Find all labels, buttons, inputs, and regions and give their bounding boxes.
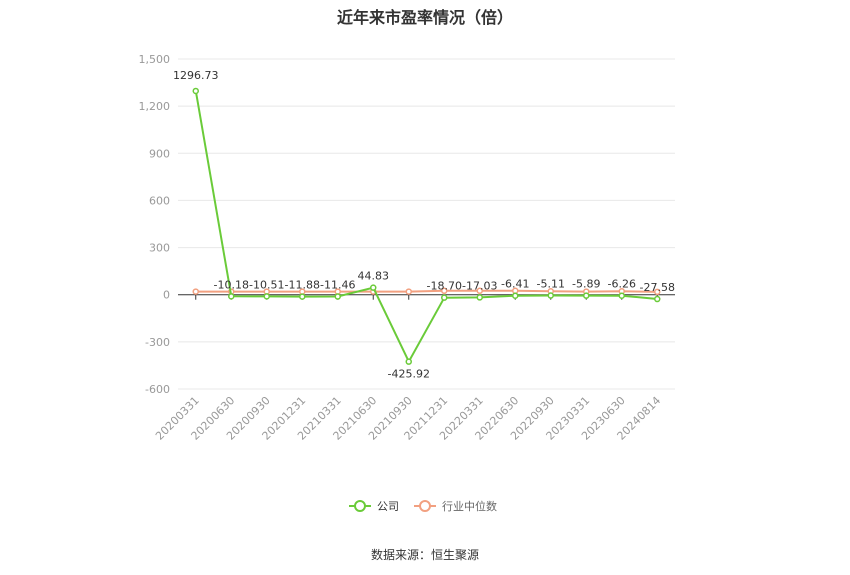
y-tick-label: 600 bbox=[149, 194, 170, 207]
company-point bbox=[654, 295, 661, 303]
company-point bbox=[370, 284, 377, 291]
company-point bbox=[547, 292, 554, 299]
company-point bbox=[476, 294, 483, 301]
company-point bbox=[618, 292, 625, 299]
company-point bbox=[192, 87, 199, 95]
y-tick-label: 1,500 bbox=[139, 53, 171, 66]
y-tick-label: -300 bbox=[145, 336, 170, 349]
y-tick-label: 1,200 bbox=[139, 100, 171, 113]
legend-industry-label: 行业中位数 bbox=[442, 499, 497, 513]
legend-company-label: 公司 bbox=[377, 500, 399, 513]
industry-median-point bbox=[192, 288, 199, 295]
data-label: -10.51 bbox=[249, 278, 284, 291]
company-point bbox=[263, 293, 270, 300]
data-source: 数据来源：恒生聚源 bbox=[370, 548, 479, 562]
data-label: -5.11 bbox=[537, 278, 565, 291]
data-label: -10.18 bbox=[214, 278, 249, 291]
company-point bbox=[228, 293, 235, 300]
company-point bbox=[441, 294, 448, 301]
y-tick-label: 300 bbox=[149, 242, 170, 255]
company-point bbox=[512, 292, 519, 299]
data-label: -5.89 bbox=[572, 278, 600, 291]
company-line bbox=[194, 90, 658, 364]
data-label: -11.88 bbox=[285, 279, 320, 292]
data-label: -17.03 bbox=[462, 279, 497, 292]
company-point bbox=[299, 293, 306, 300]
data-label: -11.46 bbox=[320, 279, 355, 292]
company-point bbox=[405, 358, 412, 365]
data-label: -425.92 bbox=[388, 368, 430, 381]
data-label: -6.41 bbox=[501, 278, 529, 291]
pe-ratio-line-chart: 1,5001,2009006003000-300-600202003312020… bbox=[139, 53, 675, 513]
data-label: 44.83 bbox=[358, 270, 390, 283]
y-tick-label: 0 bbox=[163, 289, 170, 302]
company-point bbox=[334, 293, 341, 300]
legend-industry-swatch bbox=[419, 500, 431, 512]
data-label: -18.70 bbox=[427, 280, 462, 293]
legend-company-swatch bbox=[354, 500, 366, 512]
data-label: -27.58 bbox=[640, 281, 675, 294]
company-point bbox=[583, 292, 590, 299]
data-label: 1296.73 bbox=[173, 69, 219, 82]
y-tick-label: -600 bbox=[145, 383, 170, 396]
data-label: -6.26 bbox=[608, 278, 636, 291]
y-tick-label: 900 bbox=[149, 147, 170, 160]
industry-median-point bbox=[405, 288, 412, 295]
